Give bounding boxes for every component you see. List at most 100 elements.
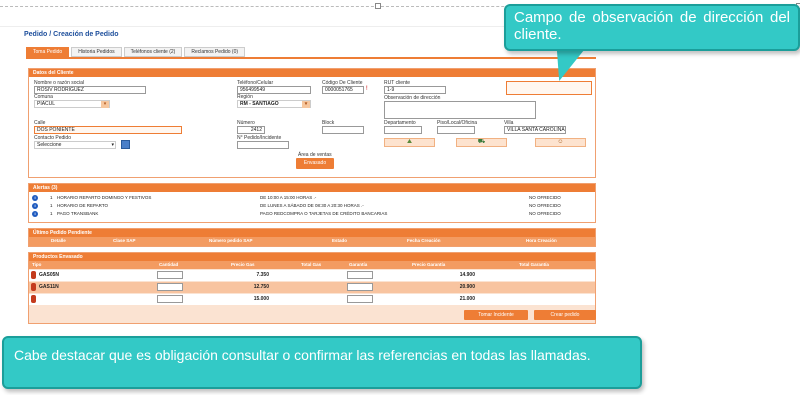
- quantity-field[interactable]: [157, 295, 183, 303]
- highlighted-field[interactable]: [506, 81, 592, 95]
- product-row: GAS05N 7.350 14.900: [29, 270, 595, 281]
- product-row: GAS11N 12.750 20.900: [29, 282, 595, 293]
- info-icon: i: [32, 211, 38, 217]
- rut-field[interactable]: 1-9: [384, 86, 446, 94]
- comuna-select[interactable]: PIACUL ▾: [34, 100, 110, 108]
- alert-detail: DE LUNES A SÁBADO DE 08:30 A 20:30 HORAS…: [260, 203, 364, 208]
- product-name: GAS05N: [39, 272, 60, 278]
- name-field[interactable]: ROSIV RODRIGUEZ: [34, 86, 146, 94]
- guarantee-quantity-field[interactable]: [347, 283, 373, 291]
- column-header: Tipo: [32, 262, 42, 267]
- alert-row: i 1 HORARIO REPARTO DOMINGO Y FESTIVOS D…: [32, 194, 592, 202]
- alert-name: HORARIO DE REPARTO: [57, 203, 109, 208]
- person-icon: ☺: [557, 139, 564, 145]
- floor-field[interactable]: [437, 126, 475, 134]
- tab-bar: Toma Pedido Historia Pedidos Teléfonos c…: [26, 47, 246, 57]
- alert-name: HORARIO REPARTO DOMINGO Y FESTIVOS: [57, 195, 152, 200]
- calendar-icon[interactable]: [121, 140, 130, 149]
- guarantee-quantity-field[interactable]: [347, 271, 373, 279]
- tab-reclamos-pedido[interactable]: Reclamos Pedido (0): [184, 47, 246, 57]
- envasado-button[interactable]: Envasado: [296, 158, 334, 169]
- guarantee-price: 21.000: [459, 296, 475, 302]
- number-field[interactable]: 2412: [237, 126, 265, 134]
- info-icon: i: [32, 195, 38, 201]
- client-panel-header: Datos del Cliente: [29, 69, 595, 77]
- callout-references-note: Cabe destacar que es obligación consulta…: [2, 336, 642, 389]
- info-icon: i: [32, 203, 38, 209]
- page-title: Pedido / Creación de Pedido: [24, 31, 119, 38]
- alert-count: 1: [50, 195, 53, 200]
- column-header: Precio Garantía: [412, 262, 446, 267]
- product-name: GAS11N: [39, 284, 59, 290]
- quantity-field[interactable]: [157, 271, 183, 279]
- last-order-columns: Detalle Clase SAP Número pedido SAP Esta…: [29, 237, 595, 246]
- contact-value: Seleccione: [37, 142, 62, 148]
- map-button[interactable]: ⛰: [384, 138, 435, 147]
- address-observation-field[interactable]: [384, 101, 536, 119]
- contact-select[interactable]: Seleccione ▾: [34, 141, 116, 149]
- column-header: Cantidad: [159, 262, 179, 267]
- alert-row: i 1 HORARIO DE REPARTO DE LUNES A SÁBADO…: [32, 202, 592, 210]
- truck-button[interactable]: ⛟: [456, 138, 507, 147]
- gas-cylinder-icon: [31, 271, 36, 279]
- column-header: Número pedido SAP: [209, 238, 253, 243]
- alerts-panel-header: Alertas (3): [29, 184, 595, 192]
- order-no-field[interactable]: [237, 141, 289, 149]
- alert-count: 1: [50, 203, 53, 208]
- alert-detail: DE 10:00 A 15:00 HORAS .-: [260, 195, 317, 200]
- tab-toma-pedido[interactable]: Toma Pedido: [26, 47, 70, 57]
- alerts-panel: Alertas (3) i 1 HORARIO REPARTO DOMINGO …: [28, 183, 596, 223]
- column-header: Precio Gas: [231, 262, 255, 267]
- guarantee-price: 20.900: [459, 284, 475, 290]
- quantity-field[interactable]: [157, 283, 183, 291]
- map-icon: ⛰: [406, 139, 413, 145]
- gas-price: 15.000: [253, 296, 269, 302]
- alert-status: NO OFRECIDO: [529, 195, 561, 200]
- take-incident-button[interactable]: Tomar Incidente: [464, 310, 528, 320]
- alert-name: PAGO TRANSBANK: [57, 211, 99, 216]
- column-header: Estado: [332, 238, 348, 243]
- product-row: 15.000 21.000: [29, 294, 595, 305]
- phone-field[interactable]: 956499549: [237, 86, 311, 94]
- region-value: RM - SANTIAGO: [240, 101, 279, 107]
- gas-cylinder-icon: [31, 295, 36, 303]
- products-columns: Tipo Cantidad Precio Gas Total Gas Garan…: [29, 261, 595, 269]
- alert-count: 1: [50, 211, 53, 216]
- comuna-value: PIACUL: [37, 101, 56, 107]
- dept-field[interactable]: [384, 126, 422, 134]
- chevron-down-icon: ▾: [302, 101, 310, 108]
- column-header: Fecha Creación: [407, 238, 441, 243]
- client-panel: Datos del Cliente Nombre o razón social …: [28, 68, 596, 178]
- alert-status: NO OFRECIDO: [529, 203, 561, 208]
- last-order-panel-header: Último Pedido Pendiente: [29, 229, 595, 237]
- alert-status: NO OFRECIDO: [529, 211, 561, 216]
- chevron-down-icon: ▾: [111, 142, 114, 148]
- gas-price: 12.750: [253, 284, 269, 290]
- gas-cylinder-icon: [31, 283, 36, 291]
- alert-row: i 1 PAGO TRANSBANK PAGO REDCOMPRA O TARJ…: [32, 210, 592, 218]
- resize-handle[interactable]: [375, 3, 381, 9]
- column-header: Total Garantía: [519, 262, 549, 267]
- tab-historia-pedidos[interactable]: Historia Pedidos: [71, 47, 122, 57]
- tab-telefonos-cliente[interactable]: Teléfonos cliente (2): [123, 47, 183, 57]
- gas-price: 7.350: [256, 272, 269, 278]
- column-header: Hora Creación: [526, 238, 557, 243]
- callout-address-observation: Campo de observación de dirección del cl…: [504, 4, 800, 51]
- products-panel-header: Productos Envasado: [29, 253, 595, 261]
- block-field[interactable]: [322, 126, 364, 134]
- street-field[interactable]: DOS PONIENTE: [34, 126, 182, 134]
- region-select[interactable]: RM - SANTIAGO ▾: [237, 100, 311, 108]
- required-mark: !: [366, 86, 368, 92]
- chevron-down-icon: ▾: [101, 101, 109, 108]
- create-order-button[interactable]: Crear pedido: [534, 310, 596, 320]
- client-code-field[interactable]: 0000051765: [322, 86, 364, 94]
- column-header: Total Gas: [301, 262, 322, 267]
- truck-icon: ⛟: [477, 139, 486, 145]
- guarantee-quantity-field[interactable]: [347, 295, 373, 303]
- last-order-panel: Último Pedido Pendiente Detalle Clase SA…: [28, 228, 596, 247]
- guarantee-price: 14.900: [459, 272, 475, 278]
- villa-field[interactable]: VILLA SANTA CAROLINA: [504, 126, 566, 134]
- tab-underline: [26, 57, 596, 59]
- person-button[interactable]: ☺: [535, 138, 586, 147]
- column-header: Garantía: [349, 262, 368, 267]
